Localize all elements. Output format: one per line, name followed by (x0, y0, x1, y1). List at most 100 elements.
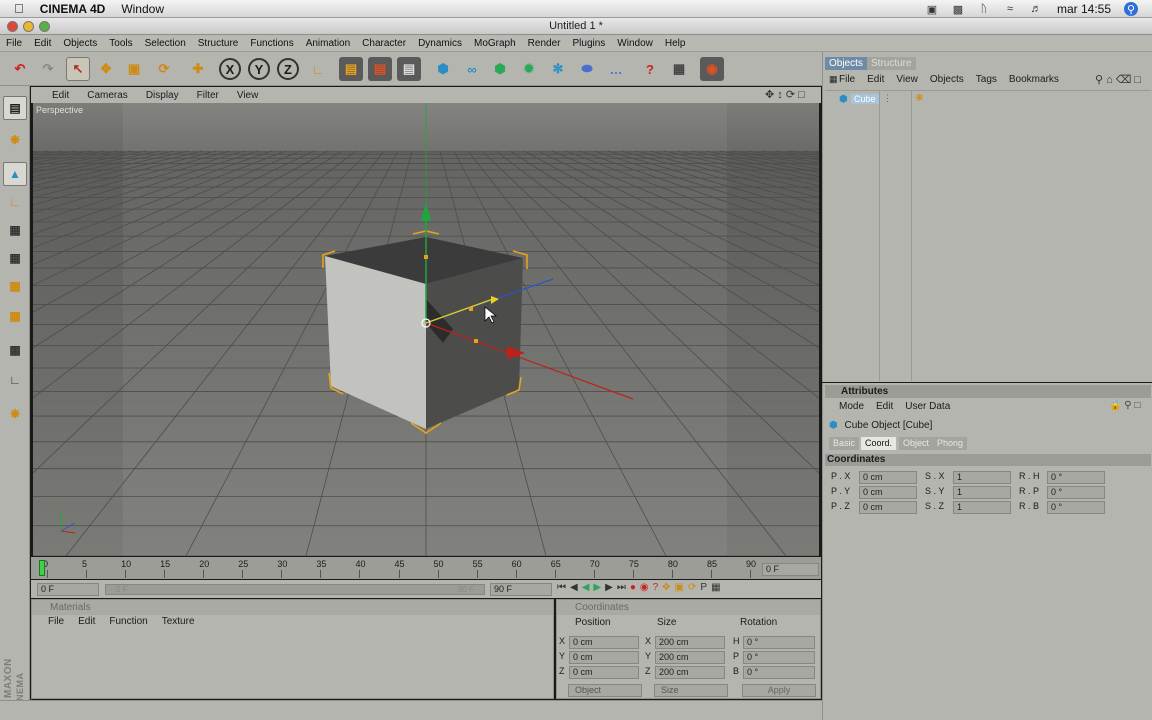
object-mode-icon[interactable]: ❋ (3, 128, 27, 152)
end-frame-field[interactable]: 90 F (490, 583, 552, 596)
viewport-nav-icons[interactable]: ✥ ↕ ⟳ □ (765, 88, 805, 101)
tweak-mode-icon[interactable]: ▩ (3, 338, 27, 362)
texture-mode-icon[interactable]: ▲ (3, 162, 27, 186)
attributes-menu-user-data[interactable]: User Data (905, 401, 950, 412)
edges-mode-icon[interactable]: ▦ (3, 246, 27, 270)
tab-structure[interactable]: Structure (867, 57, 916, 70)
cube-primitive-icon[interactable]: ⬢ (431, 57, 455, 81)
materials-menu-texture[interactable]: Texture (162, 616, 195, 627)
array-icon[interactable]: ✹ (517, 57, 541, 81)
coord-size-select[interactable]: Size (654, 684, 728, 697)
render-picture-viewer-icon[interactable]: ▤ (368, 57, 392, 81)
redo-icon[interactable]: ↷ (36, 57, 60, 81)
menu-help[interactable]: Help (659, 38, 692, 49)
menu-character[interactable]: Character (356, 38, 412, 49)
viewport-menu-edit[interactable]: Edit (43, 90, 78, 101)
model-mode-icon[interactable]: ▤ (3, 96, 27, 120)
go-to-start-icon[interactable]: ⏮ (557, 582, 566, 593)
layout-switch-icon[interactable]: ◉ (700, 57, 724, 81)
menu-functions[interactable]: Functions (244, 38, 299, 49)
keyframe-selection-icon[interactable]: ? (653, 582, 659, 593)
play-forward-icon[interactable]: ▶ (593, 582, 601, 593)
objects-menu-objects[interactable]: Objects (930, 74, 964, 85)
menu-mograph[interactable]: MoGraph (468, 38, 522, 49)
coord-size-field[interactable]: 200 cm (655, 636, 725, 649)
points-mode-icon[interactable]: ▦ (3, 218, 27, 242)
visibility-dots-icon[interactable]: ⋮ (883, 93, 892, 104)
menu-objects[interactable]: Objects (57, 38, 103, 49)
materials-menu-edit[interactable]: Edit (78, 616, 95, 627)
viewport-menu-filter[interactable]: Filter (188, 90, 228, 101)
viewport-menu-display[interactable]: Display (137, 90, 188, 101)
coord-position-field[interactable]: 0 cm (569, 651, 639, 664)
polygons-mode-icon[interactable]: ▦ (3, 274, 27, 298)
scale-tool-icon[interactable]: ▣ (122, 57, 146, 81)
attr-tab-coord[interactable]: Coord. (861, 437, 897, 450)
world-axis-icon[interactable]: ✚ (186, 57, 210, 81)
attributes-menu-edit[interactable]: Edit (876, 401, 893, 412)
render-settings-icon[interactable]: ▤ (397, 57, 421, 81)
attr-tab-basic[interactable]: Basic (829, 437, 860, 450)
materials-menu-function[interactable]: Function (109, 616, 147, 627)
attr-tab-phong[interactable]: Phong (933, 437, 968, 450)
attr-rotation-field[interactable]: 0 ° (1047, 486, 1105, 499)
coord-mode-select[interactable]: Object (568, 684, 642, 697)
scale-key-icon[interactable]: ▣ (675, 582, 684, 593)
perspective-viewport[interactable]: Perspective (33, 103, 819, 556)
coordinate-system-icon[interactable]: ∟ (306, 57, 330, 81)
snap-icon[interactable]: ∟ (3, 368, 27, 392)
spotlight-icon[interactable]: ⚲ (1124, 2, 1138, 16)
help-icon[interactable]: ? (638, 57, 662, 81)
object-row-cube[interactable]: ⬢ Cube ⋮ ❋ (825, 93, 1151, 107)
attr-rotation-field[interactable]: 0 ° (1047, 471, 1105, 484)
coord-position-field[interactable]: 0 cm (569, 666, 639, 679)
parameter-key-icon[interactable]: P (700, 582, 707, 593)
apply-button[interactable]: Apply (742, 684, 816, 697)
attr-position-field[interactable]: 0 cm (859, 501, 917, 514)
menu-render[interactable]: Render (522, 38, 567, 49)
menu-plugins[interactable]: Plugins (566, 38, 611, 49)
objects-menu-edit[interactable]: Edit (867, 74, 884, 85)
menu-structure[interactable]: Structure (192, 38, 245, 49)
next-frame-icon[interactable]: ▶ (605, 582, 613, 593)
attributes-header-icons[interactable]: 🔒 ⚲ □ (1109, 400, 1140, 411)
menu-edit[interactable]: Edit (28, 38, 57, 49)
attributes-menu-mode[interactable]: Mode (839, 401, 864, 412)
coord-position-field[interactable]: 0 cm (569, 636, 639, 649)
go-to-end-icon[interactable]: ⏭ (617, 582, 626, 593)
menu-dynamics[interactable]: Dynamics (412, 38, 468, 49)
rotate-tool-icon[interactable]: ⟳ (152, 57, 176, 81)
display-icon[interactable]: ▣ (924, 3, 940, 16)
volume-icon[interactable]: ♬ (1028, 3, 1044, 15)
mac-menu-window[interactable]: Window (113, 2, 172, 16)
clock[interactable]: mar 14:55 (1049, 2, 1119, 16)
play-backward-icon[interactable]: ◀ (582, 582, 590, 593)
materials-menu-file[interactable]: File (48, 616, 64, 627)
autokey-icon[interactable]: ◉ (640, 582, 649, 593)
objects-toolbar-icons[interactable]: ⚲ ⌂ ⌫ □ (1095, 73, 1141, 86)
deformer-icon[interactable]: ✻ (546, 57, 570, 81)
sculpt-icon[interactable]: ❋ (3, 402, 27, 426)
menu-file[interactable]: File (0, 38, 28, 49)
coord-size-field[interactable]: 200 cm (655, 666, 725, 679)
prev-frame-icon[interactable]: ◀ (570, 582, 578, 593)
attr-position-field[interactable]: 0 cm (859, 486, 917, 499)
coord-rotation-field[interactable]: 0 ° (743, 666, 815, 679)
coord-rotation-field[interactable]: 0 ° (743, 651, 815, 664)
spline-icon[interactable]: ∞ (460, 57, 484, 81)
uv-mode-icon[interactable]: ▦ (3, 304, 27, 328)
menu-window[interactable]: Window (611, 38, 659, 49)
attr-rotation-field[interactable]: 0 ° (1047, 501, 1105, 514)
wifi-icon[interactable]: ≈ (1002, 3, 1018, 15)
current-frame-field[interactable]: 0 F (762, 563, 819, 576)
pla-key-icon[interactable]: ▦ (711, 582, 720, 593)
timeline-ruler[interactable]: 0 5 10 15 20 25 30 35 40 45 50 55 60 65 70 75 80 85 90 0 F (31, 557, 821, 579)
attr-scale-field[interactable]: 1 (953, 471, 1011, 484)
screen-icon[interactable]: ▩ (950, 3, 966, 16)
attr-scale-field[interactable]: 1 (953, 501, 1011, 514)
live-selection-icon[interactable]: ↖ (66, 57, 90, 81)
tab-objects[interactable]: Objects (825, 57, 867, 70)
attr-position-field[interactable]: 0 cm (859, 471, 917, 484)
menu-tools[interactable]: Tools (103, 38, 138, 49)
apple-icon[interactable]:  (0, 1, 32, 16)
